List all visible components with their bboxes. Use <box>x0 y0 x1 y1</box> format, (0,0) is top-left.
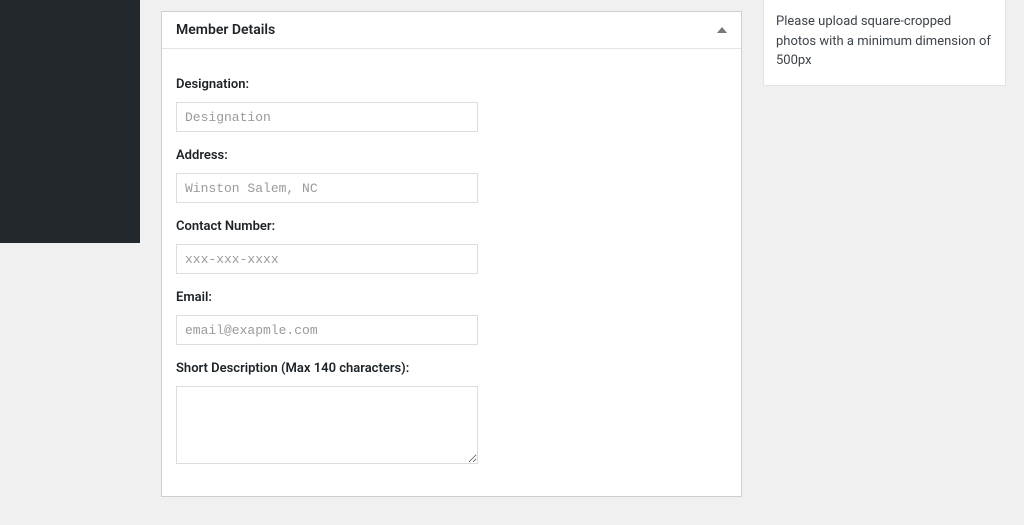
contact-input[interactable] <box>176 244 478 274</box>
designation-label: Designation: <box>176 77 727 92</box>
collapse-toggle-icon[interactable] <box>717 27 727 33</box>
shortdesc-label: Short Description (Max 140 characters): <box>176 361 727 376</box>
member-details-panel: Member Details Designation: Address: Con… <box>161 11 742 497</box>
field-contact: Contact Number: <box>176 219 727 274</box>
field-email: Email: <box>176 290 727 345</box>
upload-instructions-note: Please upload square-cropped photos with… <box>763 0 1006 86</box>
field-short-description: Short Description (Max 140 characters): <box>176 361 727 468</box>
contact-label: Contact Number: <box>176 219 727 234</box>
address-input[interactable] <box>176 173 478 203</box>
address-label: Address: <box>176 148 727 163</box>
designation-input[interactable] <box>176 102 478 132</box>
shortdesc-textarea[interactable] <box>176 386 478 464</box>
panel-body: Designation: Address: Contact Number: Em… <box>162 49 741 496</box>
panel-title: Member Details <box>176 22 275 38</box>
panel-header[interactable]: Member Details <box>162 12 741 49</box>
email-input[interactable] <box>176 315 478 345</box>
upload-instructions-text: Please upload square-cropped photos with… <box>776 14 991 68</box>
admin-sidebar <box>0 0 140 243</box>
field-designation: Designation: <box>176 77 727 132</box>
field-address: Address: <box>176 148 727 203</box>
email-label: Email: <box>176 290 727 305</box>
